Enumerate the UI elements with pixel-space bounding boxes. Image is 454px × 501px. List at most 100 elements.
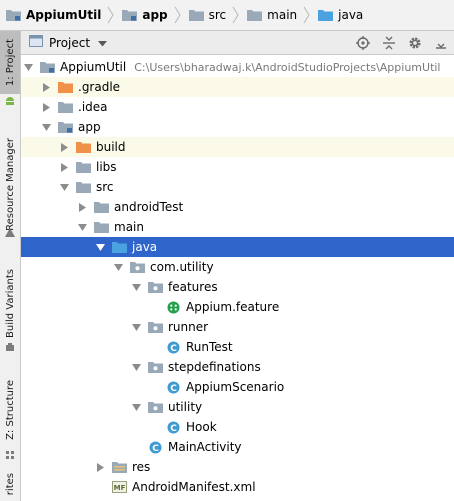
tree-node-build[interactable]: build [21,137,454,157]
tree-node-appiumscenario[interactable]: C AppiumScenario [21,377,454,397]
project-tool-tab-label: 1: Project [4,38,16,87]
tree-node-label: AppiumUtil [60,60,127,74]
chevron-down-icon[interactable] [131,317,141,337]
chevron-down-icon[interactable] [131,397,141,417]
project-view-icon [29,35,43,50]
structure-tool-tab[interactable]: Z: Structure [0,371,20,449]
tree-node-label: runner [168,320,209,334]
tree-node-appiumutil[interactable]: AppiumUtil C:\Users\bharadwaj.k\AndroidSt… [21,57,454,77]
tree-node-stepdefinations[interactable]: stepdefinations [21,357,454,377]
tree-node-idea[interactable]: .idea [21,97,454,117]
tree-node-label: utility [168,400,203,414]
structure-tool-tab-label: Z: Structure [4,380,16,440]
tree-node-label: RunTest [186,340,233,354]
breadcrumb-item-appiumutil[interactable]: AppiumUtil [6,0,102,30]
folder-icon [93,217,109,237]
favorites-tool-tab[interactable]: rites [0,467,20,501]
tree-node-mainactivity[interactable]: C MainActivity [21,437,454,457]
breadcrumb-separator-icon [107,0,117,30]
project-view-selector[interactable]: Project [29,35,108,50]
left-tool-window-strip: 1: Project Resource Manager Build Varian… [0,31,21,501]
tree-node-app[interactable]: app [21,117,454,137]
tree-node-androidtest[interactable]: androidTest [21,197,454,217]
tree-node-gradle[interactable]: .gradle [21,77,454,97]
navigation-bar: AppiumUtil app src main java [0,0,454,31]
tree-node-label: res [132,460,151,474]
tree-node-label: features [168,280,218,294]
chevron-down-icon [98,36,108,50]
tree-node-label: src [96,180,114,194]
excluded-folder-icon [57,77,73,97]
project-panel-header: Project [21,31,454,55]
breadcrumb-item-src[interactable]: src [188,0,226,30]
tree-node-com-utility[interactable]: com.utility [21,257,454,277]
module-folder-icon [57,117,73,137]
structure-icon [0,447,20,463]
breadcrumb-item-app[interactable]: app [122,0,168,30]
locate-icon[interactable] [350,31,376,54]
chevron-down-icon[interactable] [59,177,69,197]
tree-node-res[interactable]: res [21,457,454,477]
tree-node-java[interactable]: java [21,237,454,257]
tree-node-label: AndroidManifest.xml [132,480,256,494]
build-variants-tool-tab-label: Build Variants [4,268,16,338]
folder-icon [247,9,263,21]
tree-node-features[interactable]: features [21,277,454,297]
tree-node-main[interactable]: main [21,217,454,237]
chevron-down-icon[interactable] [113,257,123,277]
tree-node-label: com.utility [150,260,214,274]
chevron-right-icon[interactable] [59,157,69,177]
tree-node-src[interactable]: src [21,177,454,197]
module-folder-icon [39,57,55,77]
tree-node-appium-feature[interactable]: Appium.feature [21,297,454,317]
chevron-down-icon[interactable] [131,277,141,297]
tree-node-runner[interactable]: runner [21,317,454,337]
tree-node-androidmanifest-xml[interactable]: MF AndroidManifest.xml [21,477,454,497]
chevron-down-icon[interactable] [95,237,105,257]
chevron-right-icon[interactable] [77,197,87,217]
folder-icon [188,9,204,21]
resource-manager-tool-tab-label: Resource Manager [4,137,16,231]
resources-folder-icon [111,457,127,477]
build-variants-tool-tab[interactable]: Build Variants [0,259,20,347]
settings-gear-icon[interactable] [402,31,428,54]
hide-icon[interactable] [428,31,454,54]
svg-text:MF: MF [113,484,125,492]
breadcrumb-label: AppiumUtil [26,8,102,22]
project-tool-tab[interactable]: 1: Project [0,31,20,94]
breadcrumb-separator-icon [303,0,313,30]
class-icon: C [147,437,163,457]
class-icon: C [165,337,181,357]
manifest-file-icon: MF [111,477,127,497]
tree-node-runtest[interactable]: C RunTest [21,337,454,357]
source-folder-icon [111,237,127,257]
package-icon [147,397,163,417]
package-icon [129,257,145,277]
chevron-down-icon[interactable] [77,217,87,237]
tree-node-label: .idea [78,100,108,114]
chevron-down-icon[interactable] [131,357,141,377]
breadcrumb-label: app [142,8,168,22]
tree-node-label: Appium.feature [186,300,280,314]
tree-node-label: Hook [186,420,217,434]
tree-node-label: androidTest [114,200,184,214]
breadcrumb-item-main[interactable]: main [247,0,297,30]
svg-text:C: C [152,444,159,454]
build-variants-icon [0,339,20,355]
chevron-right-icon[interactable] [41,77,51,97]
collapse-all-icon[interactable] [376,31,402,54]
breadcrumb-item-java[interactable]: java [318,0,363,30]
class-icon: C [165,377,181,397]
tree-node-libs[interactable]: libs [21,157,454,177]
tree-node-hook[interactable]: C Hook [21,417,454,437]
project-tree: AppiumUtil C:\Users\bharadwaj.k\AndroidSt… [21,55,454,501]
chevron-right-icon[interactable] [95,457,105,477]
project-view-label: Project [49,35,91,50]
chevron-right-icon[interactable] [41,97,51,117]
chevron-right-icon[interactable] [59,137,69,157]
chevron-down-icon[interactable] [23,57,33,77]
tree-node-label: app [78,120,101,134]
chevron-down-icon[interactable] [41,117,51,137]
tree-node-utility[interactable]: utility [21,397,454,417]
tree-node-path: C:\Users\bharadwaj.k\AndroidStudioProjec… [134,60,441,74]
